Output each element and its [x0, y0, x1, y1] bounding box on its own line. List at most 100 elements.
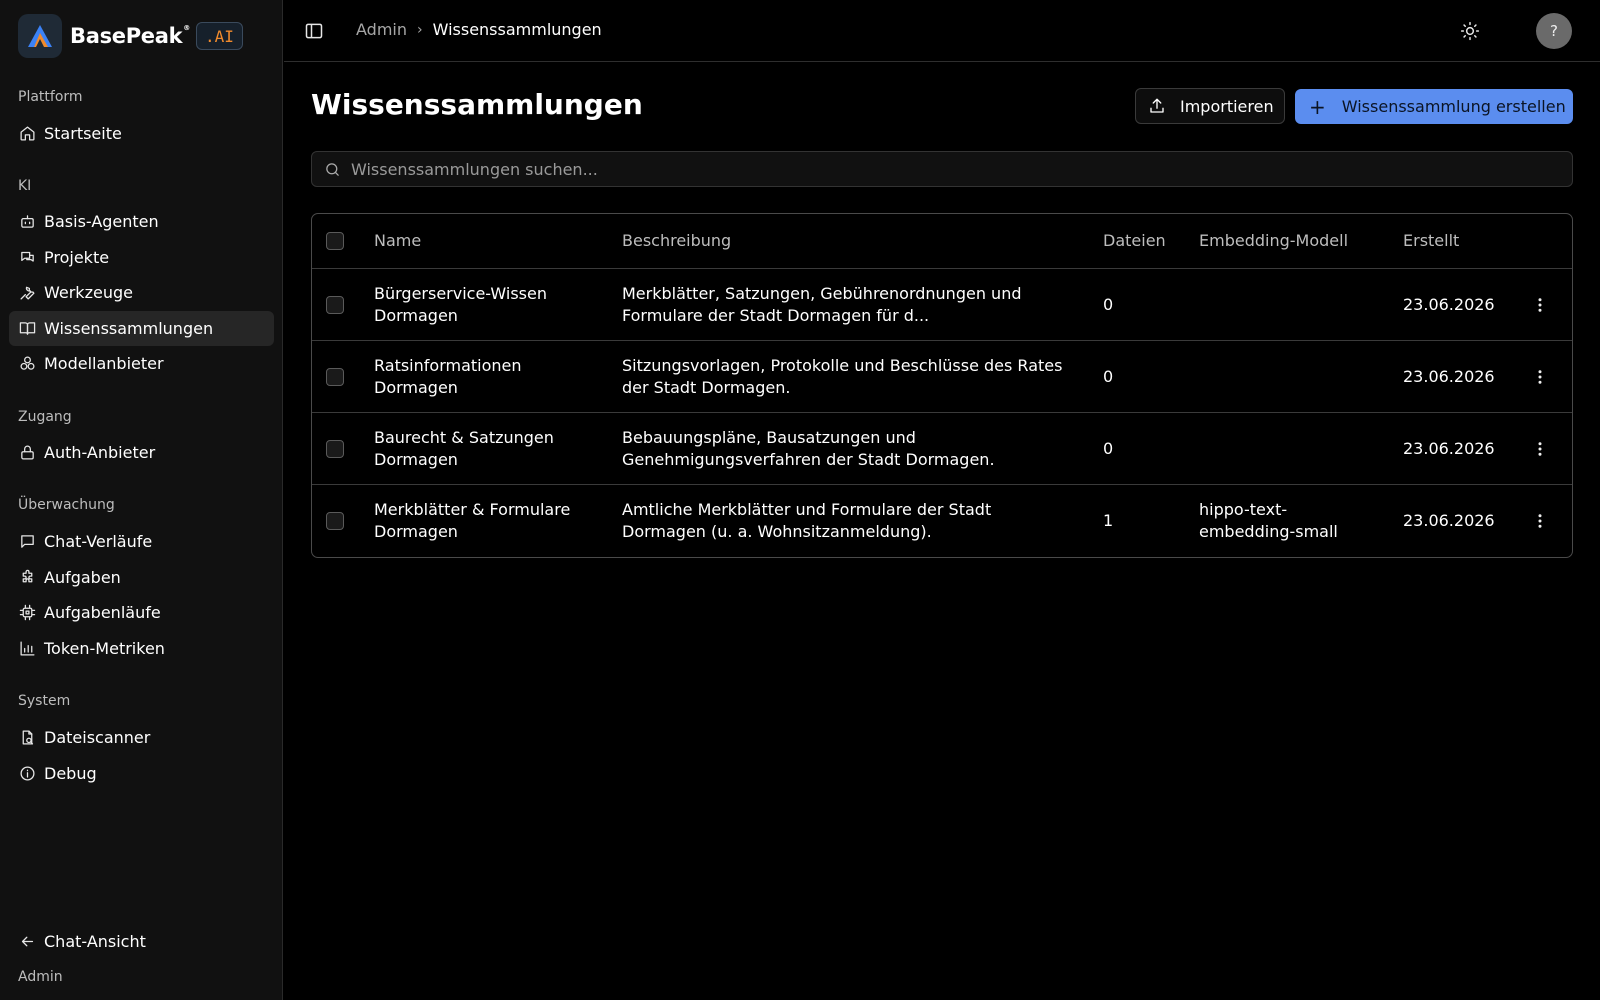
sidebar-item-projekte[interactable]: Projekte [9, 240, 274, 275]
sidebar-toggle-icon[interactable] [304, 21, 324, 41]
section-label-ueberwachung: Überwachung [18, 497, 115, 513]
upload-icon [1150, 98, 1164, 113]
create-collection-button[interactable]: + Wissenssammlung erstellen [1295, 89, 1573, 124]
sidebar-item-aufgaben[interactable]: Aufgaben [9, 560, 274, 595]
info-icon [18, 765, 36, 783]
create-collection-label: Wissenssammlung erstellen [1341, 97, 1566, 116]
bot-icon [18, 213, 36, 231]
column-header-created[interactable]: Erstellt [1403, 230, 1459, 252]
sidebar-item-label: Chat-Verläufe [44, 532, 153, 551]
chevron-right-icon: › [417, 21, 423, 38]
import-button[interactable]: Importieren [1135, 88, 1285, 124]
brand-logo[interactable]: BasePeak® .AI [18, 14, 243, 58]
sidebar-item-aufgabenlaeufe[interactable]: Aufgabenläufe [9, 595, 274, 630]
row-checkbox[interactable] [326, 296, 344, 314]
row-description: Merkblätter, Satzungen, Gebührenordnunge… [622, 284, 1022, 325]
sidebar-item-wissenssammlungen[interactable]: Wissenssammlungen [9, 311, 274, 346]
wrench-icon [18, 284, 36, 302]
chat-view-label: Chat-Ansicht [44, 932, 146, 951]
row-files: 0 [1103, 439, 1114, 458]
table-row[interactable]: Ratsinformationen Dormagen Sitzungsvorla… [312, 341, 1572, 413]
sidebar-item-basis-agenten[interactable]: Basis-Agenten [9, 204, 274, 239]
row-description: Bebauungspläne, Bausatzungen und Genehmi… [622, 428, 995, 469]
more-vertical-icon[interactable] [1531, 368, 1549, 386]
select-all-checkbox[interactable] [326, 232, 344, 250]
sidebar-item-label: Token-Metriken [44, 639, 165, 658]
page-title: Wissenssammlungen [311, 88, 643, 121]
sidebar-item-label: Basis-Agenten [44, 212, 159, 231]
row-name[interactable]: Baurecht & Satzungen Dormagen [374, 427, 606, 471]
breadcrumb-admin[interactable]: Admin [356, 20, 407, 39]
row-checkbox[interactable] [326, 368, 344, 386]
sidebar-item-dateiscanner[interactable]: Dateiscanner [9, 720, 274, 755]
collections-table: Name Beschreibung Dateien Embedding-Mode… [311, 213, 1573, 558]
section-label-plattform: Plattform [18, 89, 83, 105]
column-header-name[interactable]: Name [374, 230, 421, 252]
sidebar-item-label: Aufgaben [44, 568, 121, 587]
row-name[interactable]: Merkblätter & Formulare Dormagen [374, 499, 606, 543]
avatar[interactable]: ? [1536, 13, 1572, 49]
plus-icon: + [1309, 94, 1326, 119]
book-icon [18, 320, 36, 338]
column-header-files[interactable]: Dateien [1103, 230, 1166, 252]
sidebar-item-label: Modellanbieter [44, 354, 164, 373]
import-button-label: Importieren [1180, 96, 1274, 116]
table-row[interactable]: Baurecht & Satzungen Dormagen Bebauungsp… [312, 413, 1572, 485]
more-vertical-icon[interactable] [1531, 512, 1549, 530]
section-label-ki: KI [18, 178, 32, 194]
sidebar-item-debug[interactable]: Debug [9, 756, 274, 791]
cpu-icon [18, 604, 36, 622]
row-model: hippo-text-embedding-small [1199, 500, 1338, 541]
basepeak-logo-icon [18, 14, 62, 58]
row-checkbox[interactable] [326, 440, 344, 458]
more-vertical-icon[interactable] [1531, 296, 1549, 314]
column-header-description[interactable]: Beschreibung [622, 230, 731, 252]
table-header: Name Beschreibung Dateien Embedding-Mode… [312, 214, 1572, 269]
row-name[interactable]: Bürgerservice-Wissen Dormagen [374, 283, 606, 327]
section-label-zugang: Zugang [18, 409, 72, 425]
sun-icon[interactable] [1460, 21, 1480, 41]
row-files: 0 [1103, 295, 1114, 314]
sidebar-item-werkzeuge[interactable]: Werkzeuge [9, 275, 274, 310]
row-files: 0 [1103, 367, 1114, 386]
search-input[interactable] [351, 159, 1531, 179]
sidebar-item-modellanbieter[interactable]: Modellanbieter [9, 346, 274, 381]
row-files: 1 [1103, 511, 1114, 530]
puzzle-icon [18, 569, 36, 587]
cluster-icon [18, 355, 36, 373]
row-created: 23.06.2026 [1403, 439, 1495, 458]
sidebar: BasePeak® .AI Plattform Startseite KI Ba… [0, 0, 283, 1000]
current-user-label: Admin [18, 969, 63, 985]
table-row[interactable]: Bürgerservice-Wissen Dormagen Merkblätte… [312, 269, 1572, 341]
sidebar-item-label: Wissenssammlungen [44, 319, 214, 338]
row-checkbox[interactable] [326, 512, 344, 530]
row-name[interactable]: Ratsinformationen Dormagen [374, 355, 606, 399]
more-vertical-icon[interactable] [1531, 440, 1549, 458]
section-label-system: System [18, 693, 71, 709]
sidebar-item-label: Werkzeuge [44, 283, 133, 302]
sidebar-item-label: Dateiscanner [44, 728, 151, 747]
column-header-model[interactable]: Embedding-Modell [1199, 230, 1348, 252]
breadcrumb: Admin › Wissenssammlungen [356, 20, 602, 39]
brand-name: BasePeak® [70, 24, 190, 48]
sidebar-item-label: Projekte [44, 248, 110, 267]
chat-bubbles-icon [18, 249, 36, 267]
sidebar-item-label: Aufgabenläufe [44, 603, 161, 622]
row-description: Amtliche Merkblätter und Formulare der S… [622, 500, 992, 541]
table-row[interactable]: Merkblätter & Formulare Dormagen Amtlich… [312, 485, 1572, 557]
sidebar-item-startseite[interactable]: Startseite [9, 116, 274, 151]
search-bar [311, 151, 1573, 187]
sidebar-item-chat-verlaeufe[interactable]: Chat-Verläufe [9, 524, 274, 559]
sidebar-item-token-metriken[interactable]: Token-Metriken [9, 631, 274, 666]
sidebar-item-auth-anbieter[interactable]: Auth-Anbieter [9, 435, 274, 470]
row-created: 23.06.2026 [1403, 295, 1495, 314]
brand-badge: .AI [196, 22, 243, 50]
search-icon [326, 162, 339, 176]
message-square-icon [18, 533, 36, 551]
sidebar-item-label: Startseite [44, 124, 122, 143]
row-created: 23.06.2026 [1403, 511, 1495, 530]
bar-chart-icon [18, 640, 36, 658]
chat-view-link[interactable]: Chat-Ansicht [9, 924, 274, 959]
sidebar-item-label: Auth-Anbieter [44, 443, 156, 462]
row-created: 23.06.2026 [1403, 367, 1495, 386]
